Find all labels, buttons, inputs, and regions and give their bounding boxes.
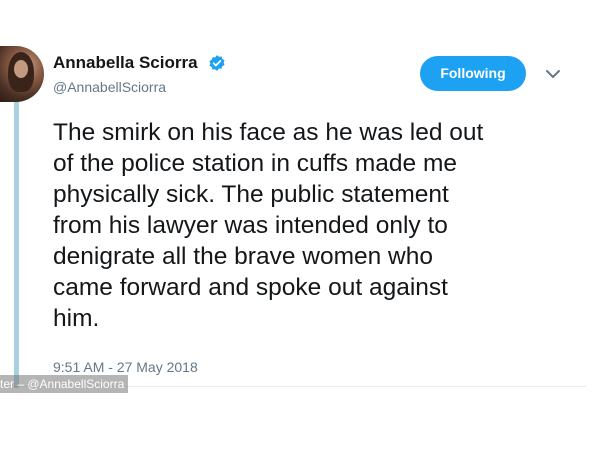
tweet-screenshot: Annabella Sciorra @AnnabellSciorra Follo… bbox=[0, 0, 600, 450]
tweet-text-line: from his lawyer was intended only to bbox=[53, 212, 448, 239]
tweet-text-line: him. bbox=[53, 305, 100, 332]
verified-badge-icon bbox=[209, 55, 225, 71]
avatar[interactable] bbox=[0, 46, 44, 102]
author-handle[interactable]: @AnnabellSciorra bbox=[53, 79, 166, 95]
tweet-text-line: physically sick. The public statement bbox=[53, 181, 449, 208]
avatar-face bbox=[14, 60, 28, 78]
author-display-name[interactable]: Annabella Sciorra bbox=[53, 53, 198, 73]
tweet-text-line: came forward and spoke out against bbox=[53, 274, 448, 301]
tweet-text-line: The smirk on his face as he was led out bbox=[53, 119, 484, 146]
tweet-text: The smirk on his face as he was led out … bbox=[53, 117, 553, 334]
following-button[interactable]: Following bbox=[420, 56, 526, 91]
tweet-timestamp[interactable]: 9:51 AM - 27 May 2018 bbox=[53, 359, 198, 375]
tweet-text-line: denigrate all the brave women who bbox=[53, 243, 433, 270]
left-accent-rule bbox=[14, 88, 19, 388]
chevron-down-icon[interactable] bbox=[545, 68, 561, 80]
photo-credit: ter – @AnnabellSciorra bbox=[0, 375, 129, 393]
tweet-text-line: of the police station in cuffs made me bbox=[53, 150, 458, 177]
